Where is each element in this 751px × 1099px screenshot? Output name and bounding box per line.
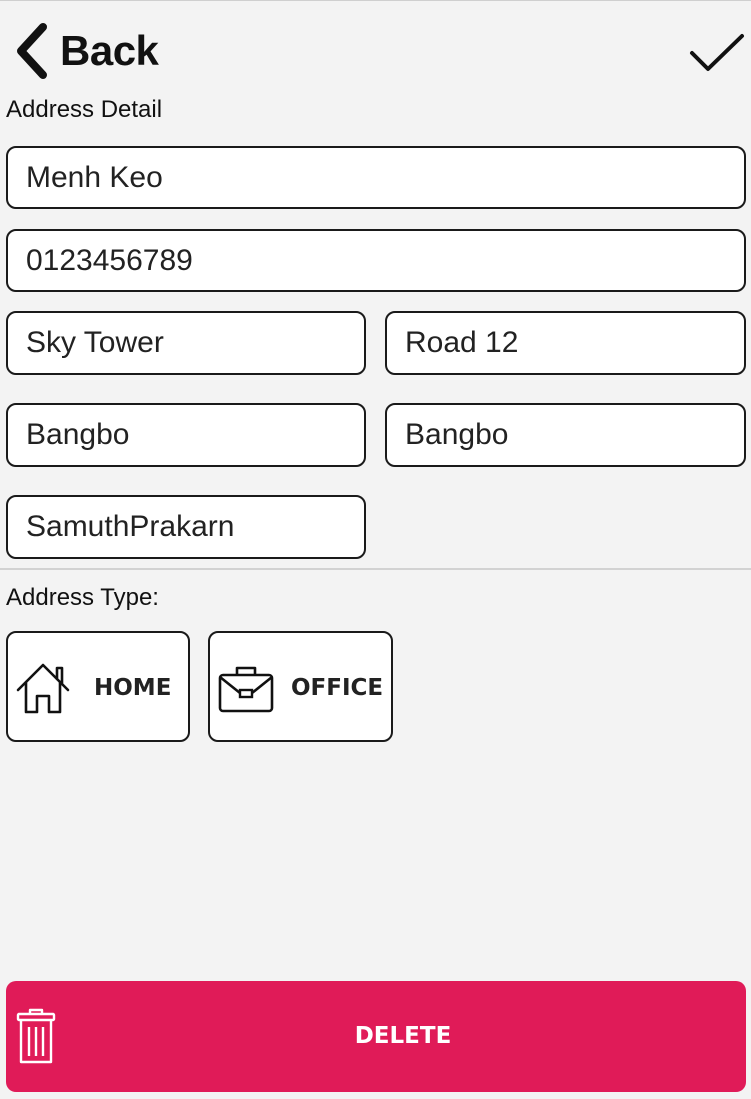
delete-button[interactable]: DELETE (6, 981, 746, 1092)
section-divider (0, 568, 751, 570)
house-icon (14, 660, 72, 721)
district-field[interactable] (6, 403, 366, 467)
address-type-label: Address Type: (6, 584, 159, 611)
confirm-button[interactable] (688, 32, 746, 74)
back-button[interactable]: Back (14, 22, 159, 80)
building-field[interactable] (6, 311, 366, 375)
subdistrict-field[interactable] (385, 403, 746, 467)
checkmark-icon (688, 34, 746, 78)
briefcase-icon (217, 664, 275, 721)
delete-label: DELETE (354, 1023, 452, 1049)
province-field[interactable] (6, 495, 366, 559)
top-border (0, 0, 751, 1)
office-type-button[interactable]: OFFICE (208, 631, 393, 742)
address-detail-label: Address Detail (6, 96, 163, 123)
home-type-label: HOME (94, 675, 172, 701)
road-field[interactable] (385, 311, 746, 375)
chevron-left-icon (14, 23, 48, 79)
back-label: Back (60, 27, 159, 74)
phone-field[interactable] (6, 229, 746, 292)
name-field[interactable] (6, 146, 746, 209)
office-type-label: OFFICE (291, 675, 384, 701)
home-type-button[interactable]: HOME (6, 631, 190, 742)
